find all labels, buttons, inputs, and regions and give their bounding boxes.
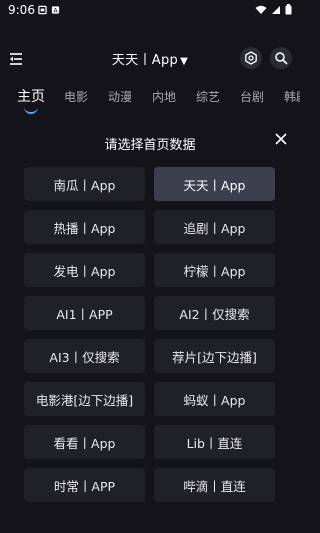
battery-icon bbox=[285, 4, 292, 15]
source-options-grid: 南瓜丨App 天天丨App 热播丨App 追剧丨App 发电丨App 柠檬丨Ap… bbox=[24, 167, 276, 502]
active-tab-indicator bbox=[24, 106, 38, 114]
settings-icon bbox=[245, 51, 257, 65]
status-bar: 9:06 A bbox=[0, 0, 300, 22]
top-bar: 天天丨App ▼ bbox=[0, 44, 300, 74]
source-option[interactable]: 哔滴丨直连 bbox=[154, 468, 275, 502]
status-time: 9:06 bbox=[8, 3, 35, 17]
source-option[interactable]: AI3丨仅搜索 bbox=[24, 339, 145, 373]
source-option[interactable]: 电影港[边下边播] bbox=[24, 382, 145, 416]
source-option[interactable]: 热播丨App bbox=[24, 210, 145, 244]
tab-home[interactable]: 主页 bbox=[17, 86, 45, 106]
source-option[interactable]: AI1丨APP bbox=[24, 296, 145, 330]
wifi-icon bbox=[255, 5, 267, 14]
settings-button[interactable] bbox=[240, 47, 262, 69]
source-option-selected[interactable]: 天天丨App bbox=[154, 167, 275, 201]
source-option[interactable]: 南瓜丨App bbox=[24, 167, 145, 201]
tab-variety[interactable]: 综艺 bbox=[196, 88, 220, 105]
source-option[interactable]: 发电丨App bbox=[24, 253, 145, 287]
source-option[interactable]: 追剧丨App bbox=[154, 210, 275, 244]
tab-anime[interactable]: 动漫 bbox=[108, 88, 132, 105]
notification-icon bbox=[38, 5, 47, 15]
translate-icon: A bbox=[51, 6, 60, 15]
source-option[interactable]: 荐片[边下边播] bbox=[154, 339, 275, 373]
source-option[interactable]: 蚂蚁丨App bbox=[154, 382, 275, 416]
tab-korean-drama[interactable]: 韩剧 bbox=[284, 88, 300, 105]
tab-taiwan-drama[interactable]: 台剧 bbox=[240, 88, 264, 105]
dropdown-icon: ▼ bbox=[180, 56, 189, 67]
source-option[interactable]: 看看丨App bbox=[24, 425, 145, 459]
source-option[interactable]: 柠檬丨App bbox=[154, 253, 275, 287]
svg-text:A: A bbox=[53, 8, 58, 15]
tab-mainland[interactable]: 内地 bbox=[152, 88, 176, 105]
close-icon[interactable] bbox=[272, 130, 290, 148]
signal-icon bbox=[272, 5, 280, 14]
source-title: 天天丨App bbox=[111, 53, 179, 68]
source-option[interactable]: 时常丨APP bbox=[24, 468, 145, 502]
category-tabs: 主页 电影 动漫 内地 综艺 台剧 韩剧 bbox=[0, 84, 300, 114]
source-option[interactable]: Lib丨直连 bbox=[154, 425, 275, 459]
tab-movie[interactable]: 电影 bbox=[64, 88, 88, 105]
dialog-title: 请选择首页数据 bbox=[104, 138, 196, 153]
source-option[interactable]: AI2丨仅搜索 bbox=[154, 296, 275, 330]
source-select-dialog: 请选择首页数据 南瓜丨App 天天丨App 热播丨App 追剧丨App 发电丨A… bbox=[0, 120, 300, 533]
search-button[interactable] bbox=[270, 47, 292, 69]
search-icon bbox=[275, 52, 288, 65]
